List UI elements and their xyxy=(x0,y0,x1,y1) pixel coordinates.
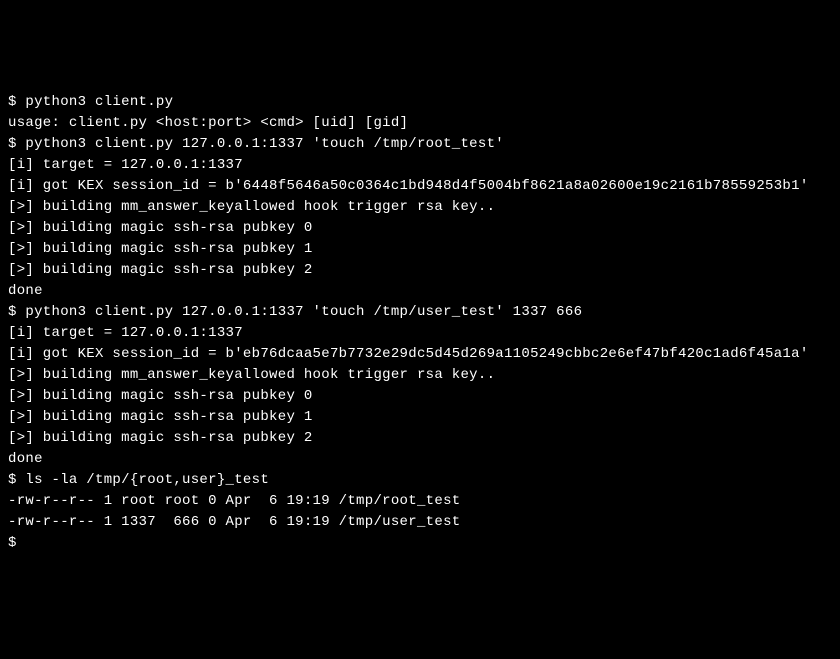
terminal-line: [>] building magic ssh-rsa pubkey 0 xyxy=(8,386,832,407)
terminal-line: -rw-r--r-- 1 root root 0 Apr 6 19:19 /tm… xyxy=(8,491,832,512)
terminal-line: [>] building mm_answer_keyallowed hook t… xyxy=(8,365,832,386)
terminal-line: [i] got KEX session_id = b'eb76dcaa5e7b7… xyxy=(8,344,832,365)
terminal-line: $ python3 client.py 127.0.0.1:1337 'touc… xyxy=(8,134,832,155)
terminal-line: $ python3 client.py 127.0.0.1:1337 'touc… xyxy=(8,302,832,323)
terminal-line: [>] building magic ssh-rsa pubkey 1 xyxy=(8,407,832,428)
terminal-line: $ python3 client.py xyxy=(8,92,832,113)
terminal-line: [i] target = 127.0.0.1:1337 xyxy=(8,323,832,344)
terminal-line: usage: client.py <host:port> <cmd> [uid]… xyxy=(8,113,832,134)
terminal-line: [>] building magic ssh-rsa pubkey 1 xyxy=(8,239,832,260)
terminal-line: done xyxy=(8,449,832,470)
terminal-line: $ ls -la /tmp/{root,user}_test xyxy=(8,470,832,491)
terminal-line: [>] building magic ssh-rsa pubkey 2 xyxy=(8,428,832,449)
terminal-line: done xyxy=(8,281,832,302)
terminal-line: [i] target = 127.0.0.1:1337 xyxy=(8,155,832,176)
terminal-line: [>] building magic ssh-rsa pubkey 2 xyxy=(8,260,832,281)
terminal-output[interactable]: $ python3 client.pyusage: client.py <hos… xyxy=(8,92,832,554)
terminal-line: [i] got KEX session_id = b'6448f5646a50c… xyxy=(8,176,832,197)
terminal-line: $ xyxy=(8,533,832,554)
terminal-line: [>] building mm_answer_keyallowed hook t… xyxy=(8,197,832,218)
terminal-line: -rw-r--r-- 1 1337 666 0 Apr 6 19:19 /tmp… xyxy=(8,512,832,533)
terminal-line: [>] building magic ssh-rsa pubkey 0 xyxy=(8,218,832,239)
